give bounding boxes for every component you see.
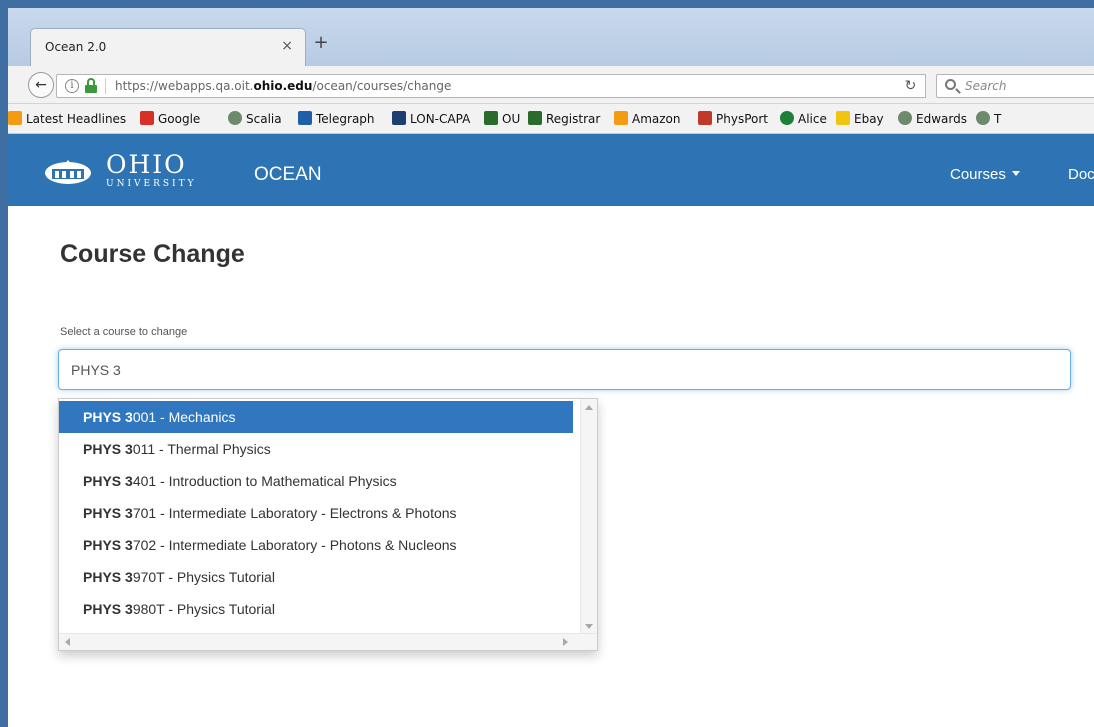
- info-icon[interactable]: i: [65, 79, 79, 93]
- scroll-up-arrow-icon[interactable]: [585, 405, 593, 410]
- tab-title: Ocean 2.0: [45, 40, 107, 54]
- bookmark-alice[interactable]: Alice: [780, 111, 827, 127]
- reload-button[interactable]: ↻: [896, 74, 926, 98]
- bookmark-registrar[interactable]: Registrar: [528, 111, 600, 127]
- scroll-down-arrow-icon[interactable]: [585, 624, 593, 629]
- close-tab-icon[interactable]: ×: [281, 38, 293, 54]
- bookmark-latest-headlines[interactable]: Latest Headlines: [8, 111, 126, 127]
- bookmark-ou[interactable]: OU: [484, 111, 520, 127]
- telegraph-icon: [298, 111, 312, 125]
- horizontal-scrollbar[interactable]: [59, 633, 597, 650]
- courses-menu[interactable]: Courses: [950, 166, 1020, 183]
- bookmark-t[interactable]: T: [976, 111, 1001, 127]
- navigation-bar: ← i https://webapps.qa.oit.ohio.edu/ocea…: [8, 66, 1094, 104]
- amazon-icon: [614, 111, 628, 125]
- vertical-scrollbar[interactable]: [580, 399, 597, 635]
- bookmark-scalia[interactable]: Scalia: [228, 111, 282, 127]
- course-option[interactable]: PHYS 3001 - Mechanics: [59, 401, 573, 433]
- reload-icon: ↻: [904, 78, 917, 94]
- loncapa-icon: [392, 111, 406, 125]
- bookmark-edwards[interactable]: Edwards: [898, 111, 967, 127]
- ebay-icon: [836, 111, 850, 125]
- app-header: OHIO UNIVERSITY OCEAN Courses Doc: [8, 134, 1094, 206]
- bookmark-ebay[interactable]: Ebay: [836, 111, 884, 127]
- caret-down-icon: [1011, 171, 1020, 176]
- app-name[interactable]: OCEAN: [254, 164, 322, 186]
- search-icon: [945, 79, 956, 90]
- globe-icon: [976, 111, 990, 125]
- course-autocomplete-dropdown[interactable]: PHYS 3001 - Mechanics PHYS 3011 - Therma…: [58, 398, 598, 651]
- gmail-icon: [140, 111, 154, 125]
- globe-icon: [228, 111, 242, 125]
- bookmarks-bar: Latest Headlines Google Scalia Telegraph…: [8, 104, 1094, 134]
- url-separator: [105, 78, 106, 94]
- back-arrow-icon: ←: [35, 77, 47, 93]
- alice-icon: [780, 111, 794, 125]
- autocomplete-list: PHYS 3001 - Mechanics PHYS 3011 - Therma…: [59, 401, 573, 625]
- window-frame-left: [0, 0, 8, 727]
- bookmark-lon-capa[interactable]: LON-CAPA: [392, 111, 470, 127]
- course-select-label: Select a course to change: [60, 326, 188, 338]
- bookmark-physport[interactable]: PhysPort: [698, 111, 768, 127]
- course-option[interactable]: PHYS 3980T - Physics Tutorial: [59, 593, 573, 625]
- course-option[interactable]: PHYS 3701 - Intermediate Laboratory - El…: [59, 497, 573, 529]
- bookmark-telegraph[interactable]: Telegraph: [298, 111, 375, 127]
- bookmark-amazon[interactable]: Amazon: [614, 111, 681, 127]
- course-option[interactable]: PHYS 3702 - Intermediate Laboratory - Ph…: [59, 529, 573, 561]
- window-frame-top: [0, 0, 1094, 8]
- scroll-right-arrow-icon[interactable]: [563, 638, 568, 646]
- ohio-icon: [528, 111, 542, 125]
- search-placeholder: Search: [965, 79, 1007, 93]
- ohio-university-emblem-icon[interactable]: [44, 159, 92, 185]
- search-bar[interactable]: Search: [936, 74, 1094, 98]
- url-text[interactable]: https://webapps.qa.oit.ohio.edu/ocean/co…: [115, 79, 451, 93]
- scroll-left-arrow-icon[interactable]: [65, 638, 70, 646]
- lock-icon[interactable]: [85, 78, 97, 94]
- logo-university-text[interactable]: UNIVERSITY: [106, 179, 197, 189]
- address-bar[interactable]: i https://webapps.qa.oit.ohio.edu/ocean/…: [56, 74, 926, 98]
- ohio-icon: [484, 111, 498, 125]
- physport-icon: [698, 111, 712, 125]
- course-search-input[interactable]: [58, 349, 1071, 390]
- nav-doc-link[interactable]: Doc: [1068, 166, 1094, 183]
- page-title: Course Change: [60, 240, 245, 268]
- course-option[interactable]: PHYS 3011 - Thermal Physics: [59, 433, 573, 465]
- globe-icon: [898, 111, 912, 125]
- rss-icon: [8, 111, 22, 125]
- course-option[interactable]: PHYS 3970T - Physics Tutorial: [59, 561, 573, 593]
- course-option[interactable]: PHYS 3401 - Introduction to Mathematical…: [59, 465, 573, 497]
- back-button[interactable]: ←: [28, 72, 54, 98]
- bookmark-google[interactable]: Google: [140, 111, 200, 127]
- tab-strip: Ocean 2.0 × +: [8, 8, 1094, 66]
- browser-tab[interactable]: Ocean 2.0 ×: [30, 28, 306, 66]
- new-tab-button[interactable]: +: [310, 32, 332, 54]
- browser-window: Ocean 2.0 × + ← i https://webapps.qa.oit…: [8, 8, 1094, 727]
- logo-ohio-text[interactable]: OHIO: [106, 150, 187, 179]
